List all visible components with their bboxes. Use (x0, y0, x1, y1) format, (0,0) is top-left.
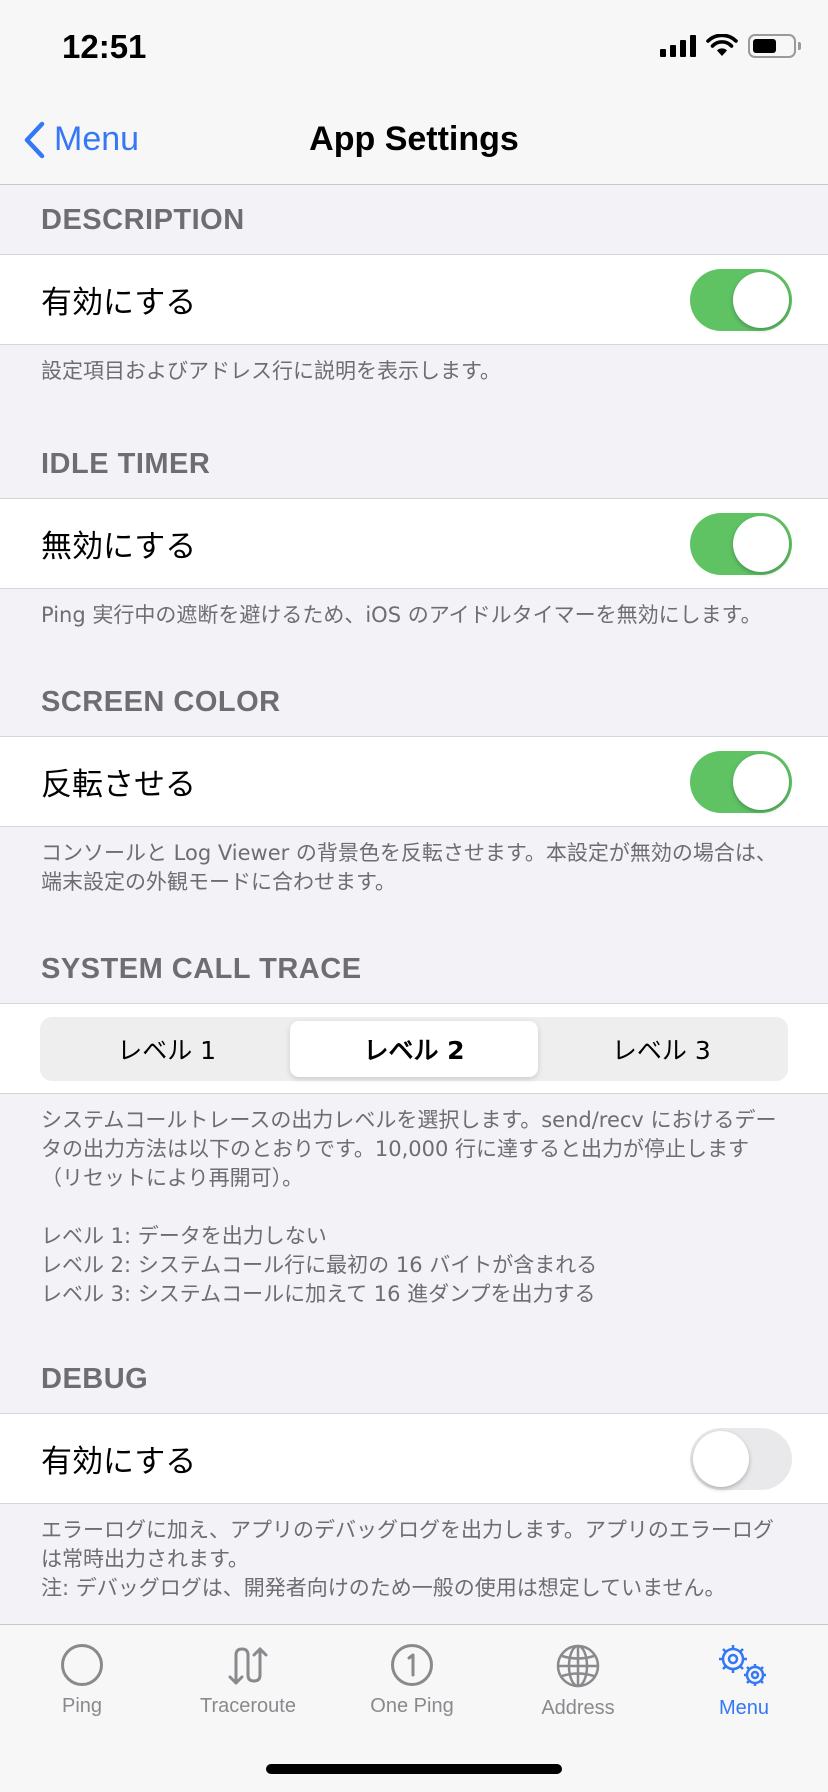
section-header-screen-color: SCREEN COLOR (41, 685, 281, 718)
tab-traceroute[interactable]: Traceroute (178, 1643, 318, 1718)
tab-one-ping[interactable]: One Ping (342, 1643, 482, 1718)
debug-footer-line-1: エラーログに加え、アプリのデバッグログを出力します。アプリのエラーログは常時出力… (41, 1518, 774, 1571)
gears-icon (719, 1645, 766, 1686)
row-label: 有効にする (41, 285, 197, 321)
section-footer-screen-color: コンソールと Log Viewer の背景色を反転させます。本設定が無効の場合は… (41, 841, 777, 894)
tab-label: Ping (61, 1695, 103, 1717)
trace-level-segmented-control[interactable]: レベル 1 レベル 2 レベル 3 (40, 1016, 788, 1081)
section-footer-debug: エラーログに加え、アプリのデバッグログを出力します。アプリのエラーログは常時出力… (0, 1504, 828, 1603)
segment-level-2[interactable]: レベル 2 (290, 1020, 538, 1077)
section-footer-idle-timer: Ping 実行中の遮断を避けるため、iOS のアイドルタイマーを無効にします。 (41, 603, 762, 627)
debug-toggle[interactable] (690, 1427, 792, 1490)
debug-enable-row: 有効にする (0, 1413, 828, 1504)
debug-footer-line-2: 注: デバッグログは、開発者向けのため一般の使用は想定していません。 (41, 1576, 726, 1600)
battery-icon (748, 34, 801, 58)
page-title: App Settings (309, 120, 519, 158)
one-circle-icon (391, 1644, 433, 1686)
section-header-debug: DEBUG (41, 1362, 149, 1395)
trace-footer-level-2: レベル 2: システムコール行に最初の 16 バイトが含まれる (41, 1253, 598, 1277)
section-header-system-call-trace: SYSTEM CALL TRACE (41, 952, 362, 985)
status-time: 12:51 (62, 28, 147, 65)
navigation-bar: Menu App Settings (0, 100, 828, 185)
traceroute-icon (228, 1647, 268, 1685)
trace-level-row: レベル 1 レベル 2 レベル 3 (0, 1003, 828, 1094)
circle-icon (61, 1644, 103, 1686)
status-icons (660, 34, 801, 58)
wifi-icon (706, 34, 738, 56)
idle-timer-disable-row: 無効にする (0, 498, 828, 589)
tab-menu[interactable]: Menu (674, 1643, 814, 1720)
row-label: 有効にする (41, 1444, 197, 1480)
section-footer-description: 設定項目およびアドレス行に説明を表示します。 (41, 359, 501, 383)
status-bar: 12:51 (0, 0, 828, 100)
tab-label: One Ping (370, 1695, 454, 1717)
screen-color-toggle[interactable] (690, 750, 792, 813)
row-label: 無効にする (41, 529, 197, 565)
description-enable-row: 有効にする (0, 254, 828, 345)
globe-icon (556, 1644, 600, 1688)
tab-label: Address (541, 1697, 615, 1719)
trace-footer-level-3: レベル 3: システムコールに加えて 16 進ダンプを出力する (41, 1282, 596, 1306)
section-footer-system-call-trace: システムコールトレースの出力レベルを選択します。send/recv におけるデー… (0, 1094, 828, 1309)
screen-color-invert-row: 反転させる (0, 736, 828, 827)
trace-footer-level-1: レベル 1: データを出力しない (41, 1224, 327, 1248)
tab-label: Menu (718, 1697, 770, 1719)
tab-address[interactable]: Address (508, 1643, 648, 1720)
cellular-signal-icon (660, 35, 696, 57)
row-label: 反転させる (41, 767, 196, 803)
description-toggle[interactable] (690, 268, 792, 331)
settings-list[interactable]: DESCRIPTION 有効にする 設定項目およびアドレス行に説明を表示します。… (0, 186, 828, 1624)
section-header-idle-timer: IDLE TIMER (41, 447, 211, 480)
segment-level-1[interactable]: レベル 1 (43, 1021, 290, 1077)
section-header-description: DESCRIPTION (41, 203, 245, 236)
trace-footer-main: システムコールトレースの出力レベルを選択します。send/recv におけるデー… (41, 1108, 777, 1190)
tab-label: Traceroute (200, 1695, 296, 1717)
tab-ping[interactable]: Ping (12, 1643, 152, 1718)
home-indicator (266, 1764, 562, 1774)
idle-timer-toggle[interactable] (690, 512, 792, 575)
segment-level-3[interactable]: レベル 3 (538, 1021, 785, 1077)
